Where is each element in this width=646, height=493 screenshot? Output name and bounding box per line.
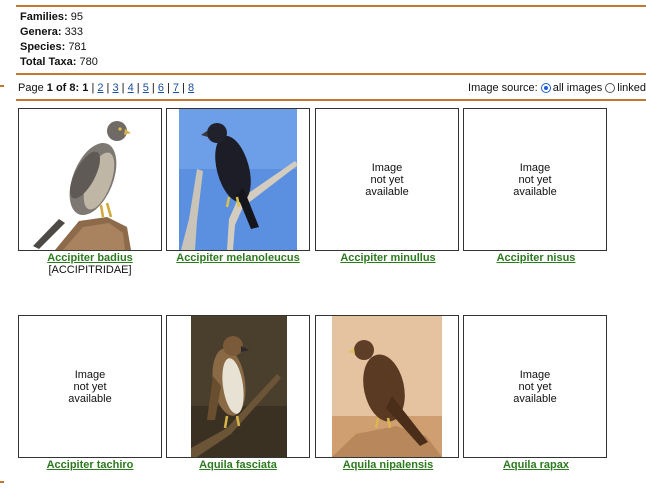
caption-8: Aquila rapax bbox=[456, 459, 616, 471]
species-link[interactable]: Accipiter melanoleucus bbox=[176, 252, 300, 264]
page-link-current: 1 bbox=[82, 82, 89, 94]
pager-divider bbox=[16, 99, 646, 101]
thumb-aquila-rapax[interactable]: Image not yet available bbox=[463, 315, 607, 458]
all-images-label[interactable]: all images bbox=[553, 82, 603, 94]
eagle-on-branch-icon bbox=[167, 316, 309, 457]
steppe-eagle-icon bbox=[316, 316, 458, 457]
all-images-radio[interactable] bbox=[540, 83, 551, 93]
perched-hawk-icon bbox=[19, 109, 161, 250]
total-taxa-stat: Total Taxa: 780 bbox=[20, 56, 98, 68]
page-link-5[interactable]: 5 bbox=[143, 82, 149, 94]
caption-3: Accipiter minullus bbox=[308, 252, 468, 264]
family-label: [ACCIPITRIDAE] bbox=[48, 264, 132, 276]
thumb-accipiter-melanoleucus[interactable] bbox=[166, 108, 310, 251]
taxa-stats: Families: 95 Genera: 333 Species: 781 To… bbox=[20, 10, 98, 70]
page-link-8[interactable]: 8 bbox=[188, 82, 194, 94]
page-link-6[interactable]: 6 bbox=[158, 82, 164, 94]
thumb-aquila-nipalensis[interactable] bbox=[315, 315, 459, 458]
page-link-2[interactable]: 2 bbox=[97, 82, 103, 94]
page-link-7[interactable]: 7 bbox=[173, 82, 179, 94]
image-source-selector: Image source: all images linked bbox=[468, 82, 646, 94]
species-link[interactable]: Aquila rapax bbox=[503, 459, 569, 471]
caption-6: Aquila fasciata bbox=[158, 459, 318, 471]
species-link[interactable]: Aquila fasciata bbox=[199, 459, 277, 471]
species-link[interactable]: Accipiter minullus bbox=[340, 252, 435, 264]
thumb-accipiter-nisus[interactable]: Image not yet available bbox=[463, 108, 607, 251]
thumb-accipiter-minullus[interactable]: Image not yet available bbox=[315, 108, 459, 251]
black-hawk-icon bbox=[167, 109, 309, 250]
species-link[interactable]: Accipiter tachiro bbox=[47, 459, 134, 471]
species-link[interactable]: Aquila nipalensis bbox=[343, 459, 433, 471]
pagination: Page 1 of 8: 1 | 2 | 3 | 4 | 5 | 6 | 7 |… bbox=[18, 82, 195, 94]
edge-mark bbox=[0, 85, 4, 87]
no-image-placeholder: Image not yet available bbox=[513, 368, 557, 405]
species-link[interactable]: Accipiter badius bbox=[47, 252, 133, 264]
no-image-placeholder: Image not yet available bbox=[513, 161, 557, 198]
species-stat: Species: 781 bbox=[20, 41, 87, 53]
families-stat: Families: 95 bbox=[20, 11, 83, 23]
genera-stat: Genera: 333 bbox=[20, 26, 83, 38]
caption-5: Accipiter tachiro bbox=[10, 459, 170, 471]
caption-2: Accipiter melanoleucus bbox=[158, 252, 318, 264]
linked-radio[interactable] bbox=[605, 83, 616, 93]
caption-1: Accipiter badius bbox=[10, 252, 170, 264]
image-source-label: Image source: bbox=[468, 82, 538, 94]
stats-divider bbox=[16, 73, 646, 75]
page-link-4[interactable]: 4 bbox=[128, 82, 134, 94]
edge-mark-bottom bbox=[0, 481, 4, 483]
species-link[interactable]: Accipiter nisus bbox=[497, 252, 576, 264]
caption-4: Accipiter nisus bbox=[456, 252, 616, 264]
thumb-accipiter-badius[interactable] bbox=[18, 108, 162, 251]
no-image-placeholder: Image not yet available bbox=[68, 368, 112, 405]
thumb-aquila-fasciata[interactable] bbox=[166, 315, 310, 458]
top-divider bbox=[16, 5, 646, 7]
page-link-3[interactable]: 3 bbox=[112, 82, 118, 94]
thumb-accipiter-tachiro[interactable]: Image not yet available bbox=[18, 315, 162, 458]
linked-label[interactable]: linked bbox=[617, 82, 646, 94]
caption-7: Aquila nipalensis bbox=[308, 459, 468, 471]
no-image-placeholder: Image not yet available bbox=[365, 161, 409, 198]
